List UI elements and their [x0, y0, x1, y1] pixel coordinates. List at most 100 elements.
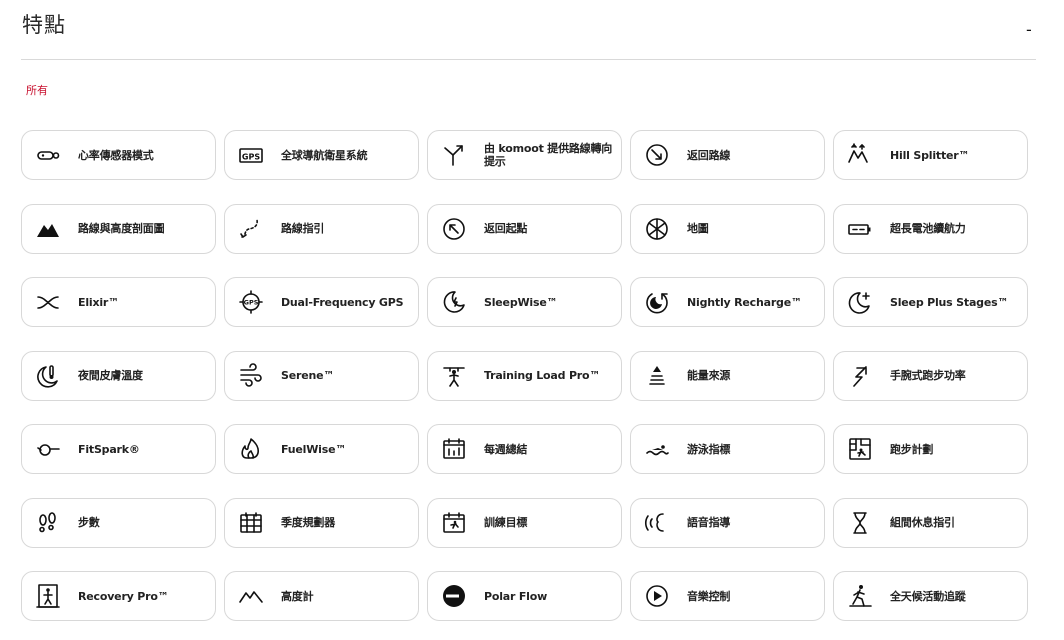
feature-card[interactable]: FuelWise™ [224, 424, 419, 474]
polar-flow-icon [441, 583, 467, 609]
feature-card[interactable]: 步數 [21, 497, 216, 548]
feature-label: Elixir™ [78, 295, 119, 309]
feature-card[interactable]: Hill Splitter™ [833, 130, 1028, 180]
collapse-toggle[interactable]: - [1026, 20, 1040, 40]
feature-card[interactable]: 超長電池續航力 [833, 203, 1028, 254]
feature-label: 夜間皮膚溫度 [78, 369, 143, 382]
nightly-recharge-icon [644, 289, 670, 315]
features-header: 特點 - [0, 0, 1064, 60]
battery-icon [847, 216, 873, 242]
feature-card[interactable]: 返回起點 [427, 203, 622, 254]
feature-card[interactable]: 季度規劃器 [224, 497, 419, 548]
features-grid: 心率傳感器模式 GPS 全球導航衛星系統 由 komoot 提供路線轉向提示 返回路線 H… [21, 130, 1033, 621]
feature-card[interactable]: Polar Flow [427, 571, 622, 621]
weekly-summary-icon [441, 436, 467, 462]
night-skin-temp-icon [35, 363, 61, 389]
page-title: 特點 [22, 13, 66, 37]
feature-label: 手腕式跑步功率 [890, 369, 966, 382]
komoot-turn-icon [441, 142, 467, 168]
steps-icon [35, 510, 61, 536]
feature-label: Polar Flow [484, 589, 548, 603]
svg-text:GPS: GPS [244, 299, 259, 307]
feature-card[interactable]: 能量來源 [630, 350, 825, 401]
feature-label: FuelWise™ [281, 442, 347, 456]
feature-label: Nightly Recharge™ [687, 295, 802, 309]
voice-guidance-icon [644, 510, 670, 536]
running-program-icon [847, 436, 873, 462]
feature-label: 返回路線 [687, 148, 731, 162]
feature-card[interactable]: 高度計 [224, 571, 419, 621]
feature-card[interactable]: 訓練目標 [427, 497, 622, 548]
feature-label: 心率傳感器模式 [78, 148, 154, 162]
feature-card[interactable]: Recovery Pro™ [21, 571, 216, 621]
feature-label: 季度規劃器 [281, 516, 335, 529]
feature-card[interactable]: Sleep Plus Stages™ [833, 277, 1028, 327]
activity-tracking-icon [847, 583, 873, 609]
feature-card[interactable]: Elixir™ [21, 277, 216, 327]
feature-card[interactable]: Training Load Pro™ [427, 350, 622, 401]
swimming-icon [644, 436, 670, 462]
feature-card[interactable]: FitSpark® [21, 424, 216, 474]
feature-label: 跑步計劃 [890, 442, 934, 456]
fitspark-icon [35, 436, 61, 462]
training-load-icon [441, 363, 467, 389]
feature-label: Hill Splitter™ [890, 148, 970, 162]
filter-all-tab[interactable]: 所有 [26, 82, 48, 98]
feature-card[interactable]: 夜間皮膚溫度 [21, 350, 216, 401]
energy-sources-icon [644, 363, 670, 389]
feature-label: 由 komoot 提供路線轉向提示 [484, 142, 613, 168]
feature-card[interactable]: 每週總結 [427, 424, 622, 474]
feature-label: 組間休息指引 [890, 516, 955, 529]
altimeter-icon [238, 583, 264, 609]
feature-label: 能量來源 [687, 369, 731, 382]
dual-frequency-gps-icon: GPS [238, 289, 264, 315]
route-profile-icon [35, 216, 61, 242]
feature-card[interactable]: Nightly Recharge™ [630, 277, 825, 327]
recovery-pro-icon [35, 583, 61, 609]
feature-label: 路線與高度剖面圖 [78, 222, 165, 235]
feature-card[interactable]: 語音指導 [630, 497, 825, 548]
feature-label: SleepWise™ [484, 295, 558, 309]
feature-card[interactable]: Serene™ [224, 350, 419, 401]
feature-label: Training Load Pro™ [484, 369, 601, 382]
training-target-icon [441, 510, 467, 536]
feature-label: 每週總結 [484, 442, 528, 456]
feature-card[interactable]: GPS Dual-Frequency GPS [224, 277, 419, 327]
route-guidance-icon [238, 216, 264, 242]
map-icon [644, 216, 670, 242]
feature-card[interactable]: SleepWise™ [427, 277, 622, 327]
feature-card[interactable]: 路線指引 [224, 203, 419, 254]
feature-label: 游泳指標 [687, 442, 731, 456]
feature-card[interactable]: 組間休息指引 [833, 497, 1028, 548]
season-planner-icon [238, 510, 264, 536]
sleep-plus-icon [847, 289, 873, 315]
serene-icon [238, 362, 264, 389]
feature-card[interactable]: GPS 全球導航衛星系統 [224, 130, 419, 180]
feature-card[interactable]: 心率傳感器模式 [21, 130, 216, 180]
feature-card[interactable]: 路線與高度剖面圖 [21, 203, 216, 254]
svg-text:GPS: GPS [242, 153, 260, 162]
feature-card[interactable]: 返回路線 [630, 130, 825, 180]
feature-card[interactable]: 游泳指標 [630, 424, 825, 474]
feature-card[interactable]: 地圖 [630, 203, 825, 254]
feature-label: 音樂控制 [687, 589, 731, 603]
feature-card[interactable]: 音樂控制 [630, 571, 825, 621]
feature-label: 語音指導 [687, 516, 731, 529]
feature-label: 超長電池續航力 [890, 222, 966, 235]
feature-label: 訓練目標 [484, 516, 528, 529]
gps-icon: GPS [238, 142, 264, 168]
feature-label: 路線指引 [281, 222, 325, 235]
feature-card[interactable]: 由 komoot 提供路線轉向提示 [427, 130, 622, 180]
back-to-start-icon [441, 216, 467, 242]
divider [21, 59, 1036, 60]
sleepwise-icon [441, 289, 467, 315]
feature-card[interactable]: 跑步計劃 [833, 424, 1028, 474]
feature-label: 地圖 [687, 222, 709, 235]
feature-label: Dual-Frequency GPS [281, 295, 404, 309]
feature-label: Serene™ [281, 369, 335, 382]
feature-card[interactable]: 全天候活動追蹤 [833, 571, 1028, 621]
feature-card[interactable]: 手腕式跑步功率 [833, 350, 1028, 401]
heart-sensor-icon [35, 142, 61, 168]
feature-label: 高度計 [281, 589, 314, 603]
running-power-icon [847, 363, 873, 389]
